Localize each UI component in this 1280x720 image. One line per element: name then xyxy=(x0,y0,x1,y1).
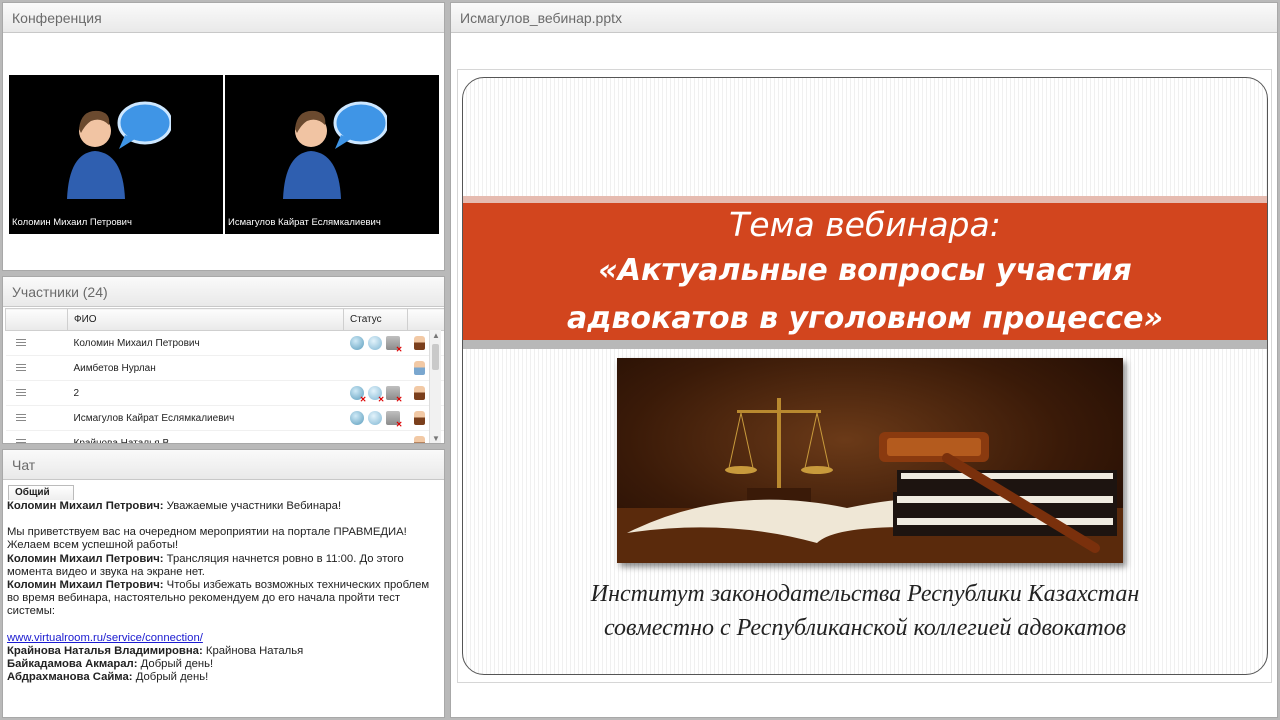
user-role-icon xyxy=(413,436,425,443)
status-column-header[interactable]: Статус xyxy=(343,308,408,331)
user-role-icon xyxy=(413,361,425,375)
drag-handle-icon[interactable] xyxy=(15,388,26,396)
chat-messages: Коломин Михаил Петрович: Уважаемые участ… xyxy=(5,500,444,717)
table-row[interactable]: Крайнова Наталья В... xyxy=(5,430,444,443)
video-tile[interactable]: Коломин Михаил Петрович xyxy=(9,75,223,234)
participants-table: ФИО Статус Коломин Михаил Петрович Аимбе… xyxy=(5,308,444,443)
conference-title: Конференция xyxy=(3,3,444,33)
scroll-thumb[interactable] xyxy=(432,344,439,370)
participant-name: 2 xyxy=(67,380,344,406)
slide: Тема вебинара: «Актуальные вопросы участ… xyxy=(462,77,1268,675)
video-participant-name: Коломин Михаил Петрович xyxy=(12,217,132,228)
drag-handle-icon[interactable] xyxy=(15,413,26,421)
fio-column-header[interactable]: ФИО xyxy=(67,308,344,331)
chat-message: Крайнова Наталья Владимировна: Крайнова … xyxy=(7,645,442,658)
slide-photo-gavel-scales xyxy=(617,358,1123,563)
participant-name: Крайнова Наталья В... xyxy=(67,430,344,443)
chat-message: Мы приветствуем вас на очередном меропри… xyxy=(7,526,442,552)
presentation-panel: Исмагулов_вебинар.pptx Тема вебинара: «А… xyxy=(450,2,1278,718)
user-role-icon xyxy=(413,336,425,350)
user-role-icon xyxy=(413,386,425,400)
chat-author: Абдрахманова Сайма: xyxy=(7,671,133,684)
microphone-icon[interactable] xyxy=(349,336,364,350)
table-row[interactable]: Исмагулов Кайрат Еслямкалиевич xyxy=(5,405,444,431)
video-participant-name: Исмагулов Кайрат Еслямкалиевич xyxy=(228,217,381,228)
screen-off-icon[interactable] xyxy=(385,386,403,404)
slide-footer-line: совместно с Республиканской коллегией ад… xyxy=(603,615,1127,641)
chat-author: Коломин Михаил Петрович: xyxy=(7,579,164,592)
table-row[interactable]: 2 xyxy=(5,380,444,406)
user-role-icon xyxy=(413,411,425,425)
participants-title: Участники (24) xyxy=(3,277,444,307)
scroll-down-icon[interactable]: ▼ xyxy=(432,434,440,443)
video-tile[interactable]: Исмагулов Кайрат Еслямкалиевич xyxy=(225,75,439,234)
camera-icon[interactable] xyxy=(367,411,382,425)
slide-heading: Тема вебинара: xyxy=(729,205,1001,244)
scroll-up-icon[interactable]: ▲ xyxy=(432,331,440,340)
chat-text: Уважаемые участники Вебинара! xyxy=(163,500,342,512)
handle-column-header xyxy=(5,308,68,331)
chat-author: Коломин Михаил Петрович: xyxy=(7,500,164,512)
chat-text: Добрый день! xyxy=(132,671,209,684)
chat-text: Добрый день! xyxy=(137,658,214,671)
chat-link[interactable]: www.virtualroom.ru/service/connection/ xyxy=(7,632,203,644)
participants-panel: Участники (24) ФИО Статус Коломин Михаил… xyxy=(2,276,445,444)
user-speech-icon xyxy=(283,101,387,199)
chat-message: Байкадамова Акмарал: Добрый день! xyxy=(7,658,442,671)
chat-message: Коломин Михаил Петрович: Чтобы избежать … xyxy=(7,579,442,619)
screen-off-icon[interactable] xyxy=(385,336,403,354)
screen-off-icon[interactable] xyxy=(385,411,403,429)
slide-topic-line: «Актуальные вопросы участия xyxy=(598,253,1132,288)
chat-author: Байкадамова Акмарал: xyxy=(7,658,138,671)
chat-message: Коломин Михаил Петрович: Трансляция начн… xyxy=(7,553,442,579)
chat-panel: Чат Общий Коломин Михаил Петрович: Уважа… xyxy=(2,449,445,718)
participants-scrollbar[interactable]: ▲ ▼ xyxy=(429,330,441,443)
conference-panel: Конференция Коломин Михаил Петрович Исма… xyxy=(2,2,445,271)
drag-handle-icon[interactable] xyxy=(15,363,26,371)
chat-tab-general[interactable]: Общий xyxy=(8,485,74,500)
chat-author: Крайнова Наталья Владимировна: xyxy=(7,644,203,657)
slide-title-band: Тема вебинара: «Актуальные вопросы участ… xyxy=(463,196,1267,349)
chat-text: Крайнова Наталья xyxy=(202,644,304,657)
camera-off-icon[interactable] xyxy=(367,386,385,404)
microphone-icon[interactable] xyxy=(349,411,364,425)
presentation-title: Исмагулов_вебинар.pptx xyxy=(451,3,1277,33)
chat-message: Коломин Михаил Петрович: Уважаемые участ… xyxy=(7,500,442,513)
table-row[interactable]: Аимбетов Нурлан xyxy=(5,355,444,381)
drag-handle-icon[interactable] xyxy=(15,338,26,346)
slide-footer-line: Институт законодательства Республики Каз… xyxy=(590,581,1140,607)
chat-message: Абдрахманова Сайма: Добрый день! xyxy=(7,671,442,684)
camera-icon[interactable] xyxy=(367,336,382,350)
participant-name: Исмагулов Кайрат Еслямкалиевич xyxy=(67,405,344,431)
user-speech-icon xyxy=(67,101,171,199)
table-row[interactable]: Коломин Михаил Петрович xyxy=(5,330,444,356)
participant-name: Аимбетов Нурлан xyxy=(67,355,344,381)
drag-handle-icon[interactable] xyxy=(15,438,26,443)
slide-topic-line: адвокатов в уголовном процессе» xyxy=(566,301,1164,336)
participant-name: Коломин Михаил Петрович xyxy=(67,330,344,356)
user-column-header xyxy=(407,308,444,331)
chat-text: Мы приветствуем вас на очередном меропри… xyxy=(7,526,407,552)
chat-author: Коломин Михаил Петрович: xyxy=(7,552,164,565)
microphone-off-icon[interactable] xyxy=(349,386,367,404)
chat-title: Чат xyxy=(3,450,444,480)
